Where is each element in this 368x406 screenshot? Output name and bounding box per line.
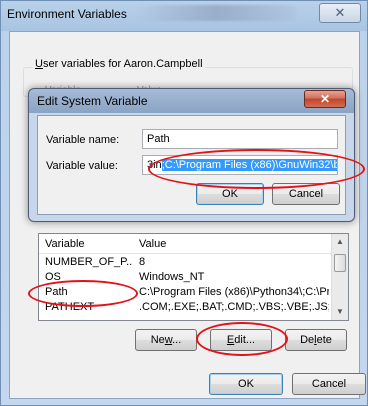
- system-list-header: Variable Value: [39, 234, 332, 254]
- blurred-title-tail: [136, 5, 296, 21]
- scroll-up-icon[interactable]: ▲: [332, 234, 348, 250]
- dialog-title: Edit System Variable: [37, 94, 148, 108]
- dialog-ok-button[interactable]: OK: [196, 183, 264, 205]
- close-button[interactable]: ✕: [319, 3, 361, 23]
- table-row[interactable]: NUMBER_OF_P... 8: [39, 256, 332, 270]
- variable-value-label: Variable value:: [46, 160, 118, 172]
- selected-value-text: ;C:\Program Files (x86)\GnuWin32\bin: [161, 159, 337, 171]
- variable-name-field[interactable]: Path: [142, 129, 338, 149]
- dialog-close-button[interactable]: ✕: [304, 90, 346, 108]
- vertical-scrollbar[interactable]: ▲ ▼: [331, 234, 348, 320]
- column-header-variable[interactable]: Variable: [45, 238, 133, 250]
- table-row-path[interactable]: Path C:\Program Files (x86)\Python34\;C:…: [39, 286, 332, 300]
- variable-name-label: Variable name:: [46, 134, 120, 146]
- edit-button[interactable]: Edit...: [210, 329, 272, 351]
- window-title: Environment Variables: [7, 7, 127, 21]
- new-button[interactable]: New...: [135, 329, 197, 351]
- cancel-button[interactable]: Cancel: [292, 373, 366, 395]
- variable-value-field[interactable]: 3in;C:\Program Files (x86)\GnuWin32\bin: [142, 155, 338, 175]
- scroll-thumb[interactable]: [334, 254, 346, 272]
- table-row[interactable]: PATHEXT .COM;.EXE;.BAT;.CMD;.VBS;.VBE;.J…: [39, 301, 332, 315]
- dialog-client-area: Variable name: Path Variable value: 3in;…: [37, 115, 346, 215]
- delete-button[interactable]: Delete: [285, 329, 347, 351]
- table-row[interactable]: OS Windows_NT: [39, 271, 332, 285]
- scroll-down-icon[interactable]: ▼: [332, 304, 348, 320]
- edit-system-variable-dialog: Edit System Variable ✕ Variable name: Pa…: [28, 88, 355, 222]
- close-icon: ✕: [334, 5, 346, 20]
- column-header-value[interactable]: Value: [139, 238, 329, 250]
- dialog-cancel-button[interactable]: Cancel: [272, 183, 340, 205]
- close-icon: ✕: [319, 92, 331, 106]
- system-variables-list[interactable]: Variable Value NUMBER_OF_P... 8 OS Windo…: [38, 233, 349, 321]
- ok-button[interactable]: OK: [209, 373, 283, 395]
- user-variables-label: User variables for Aaron.Campbell: [33, 58, 205, 70]
